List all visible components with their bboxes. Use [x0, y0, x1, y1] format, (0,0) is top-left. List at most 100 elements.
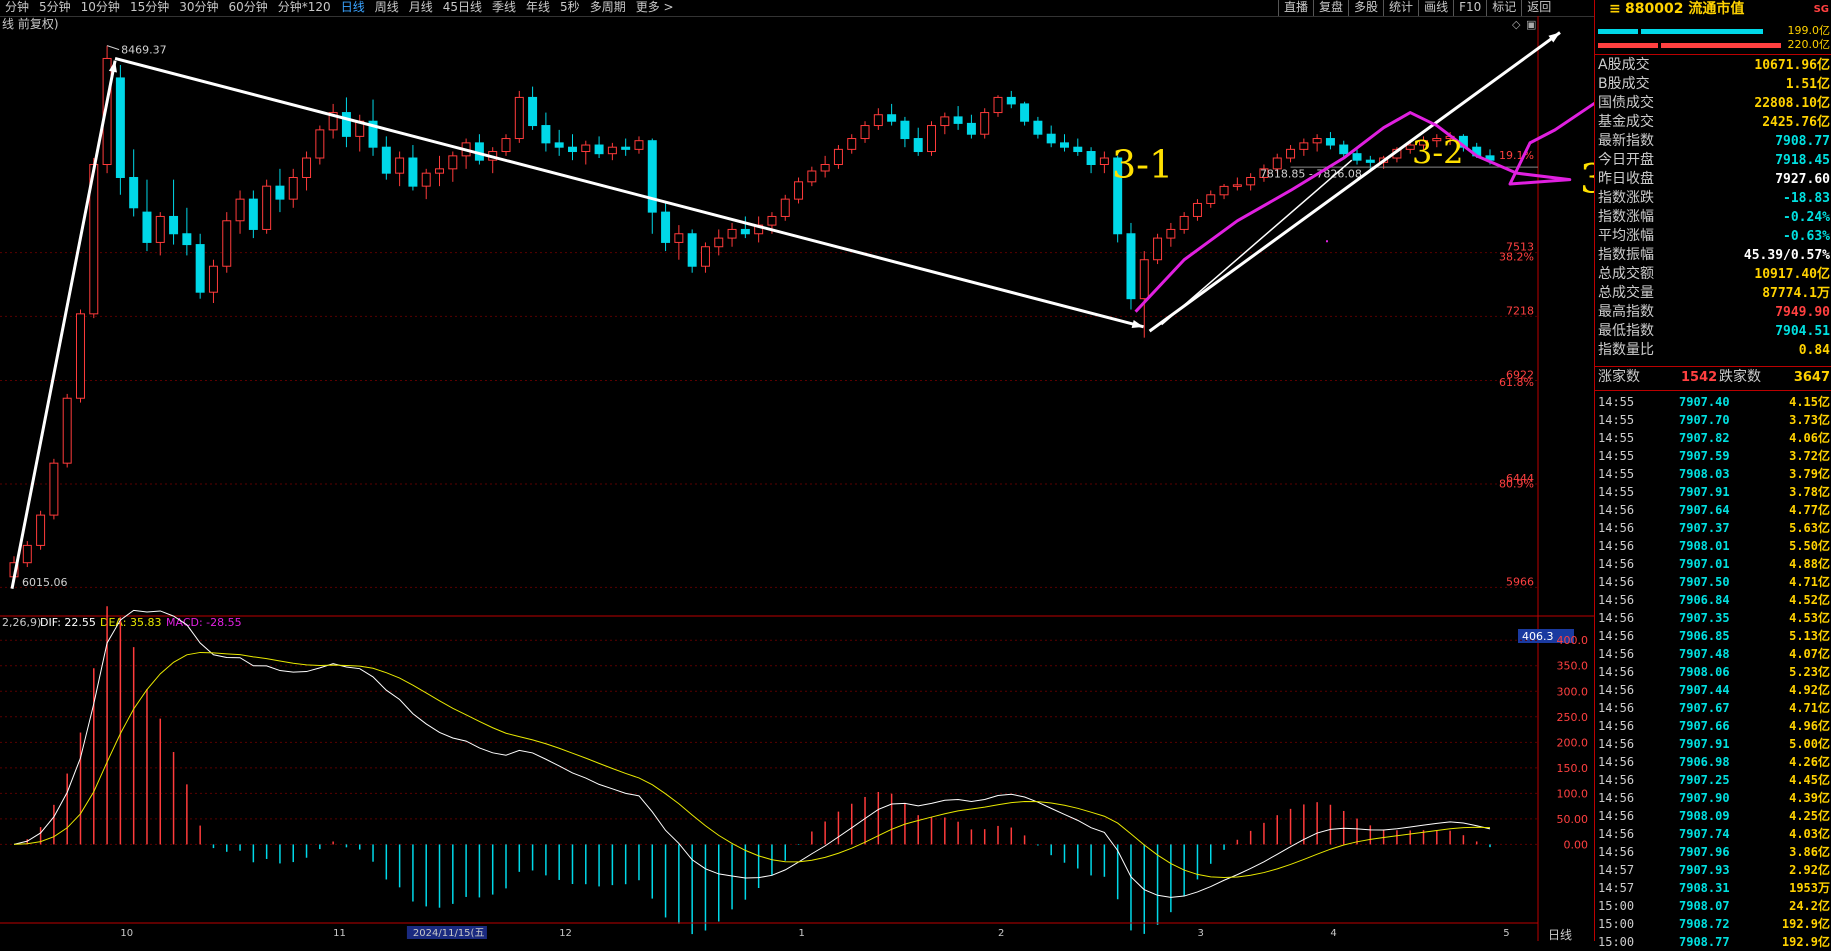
- candle-body: [687, 233, 697, 267]
- macd-tick: 350.0: [1557, 660, 1589, 673]
- tool-button-0[interactable]: 直播: [1278, 0, 1313, 16]
- macd-tick: 0.00: [1564, 838, 1589, 851]
- tool-button-7[interactable]: 返回: [1521, 0, 1556, 16]
- tool-button-6[interactable]: 标记: [1486, 0, 1521, 16]
- candle-body: [1365, 159, 1375, 163]
- candle-body: [1033, 120, 1043, 135]
- stat-value: 10917.40亿: [1754, 267, 1830, 282]
- macd-params: 2,26,9): [2, 616, 41, 629]
- tick-time: 14:55: [1598, 467, 1635, 481]
- period-tab-15[interactable]: 更多 >: [631, 0, 679, 16]
- stat-value: -0.24%: [1783, 210, 1830, 225]
- tick-amount: 4.52亿: [1789, 593, 1830, 607]
- tick-row: 14:56 7907.35 4.53亿: [1595, 609, 1831, 627]
- candle-body: [302, 157, 312, 178]
- tick-time: 14:56: [1598, 521, 1635, 535]
- period-tab-5[interactable]: 60分钟: [224, 0, 273, 16]
- stat-label: 指数振幅: [1598, 247, 1654, 263]
- tool-button-4[interactable]: 画线: [1418, 0, 1453, 16]
- annotation-3-1: 3-1: [1112, 142, 1173, 186]
- stat-row: 指数涨跌 -18.83: [1595, 189, 1831, 208]
- period-tab-10[interactable]: 45日线: [438, 0, 487, 16]
- tick-price: 7907.25: [1679, 773, 1730, 787]
- candle-body: [341, 112, 351, 137]
- tool-button-2[interactable]: 多股: [1348, 0, 1383, 16]
- period-tab-14[interactable]: 多周期: [585, 0, 631, 16]
- period-tab-12[interactable]: 年线: [521, 0, 555, 16]
- candle-body: [448, 155, 458, 170]
- tick-row: 14:56 7907.25 4.45亿: [1595, 771, 1831, 789]
- date-tick: 10: [120, 928, 133, 939]
- price-tick: 5966: [1506, 575, 1534, 588]
- tick-price: 7908.72: [1679, 917, 1730, 931]
- stat-row: 国债成交 22808.10亿: [1595, 94, 1831, 113]
- tick-time: 14:56: [1598, 773, 1635, 787]
- tool-button-5[interactable]: F10: [1453, 0, 1486, 16]
- candle-body: [235, 198, 245, 222]
- tick-row: 14:56 7907.67 4.71亿: [1595, 699, 1831, 717]
- stat-label: A股成交: [1598, 57, 1650, 73]
- menu-icon[interactable]: ≡: [1609, 0, 1621, 19]
- tick-price: 7907.48: [1679, 647, 1730, 661]
- tick-amount: 5.23亿: [1789, 665, 1830, 679]
- period-tab-8[interactable]: 周线: [370, 0, 404, 16]
- tick-price: 7907.50: [1679, 575, 1730, 589]
- period-tab-4[interactable]: 30分钟: [174, 0, 223, 16]
- candle-body: [807, 170, 817, 183]
- candle-body: [1126, 233, 1136, 300]
- period-tab-3[interactable]: 15分钟: [125, 0, 174, 16]
- candle-body: [395, 157, 405, 174]
- candle-body: [1232, 184, 1242, 187]
- stat-value: 10671.96亿: [1754, 58, 1830, 73]
- period-tab-1[interactable]: 5分钟: [34, 0, 76, 16]
- candle-body: [1139, 259, 1149, 300]
- stat-row: 总成交量 87774.1万: [1595, 284, 1831, 303]
- candle-body: [953, 116, 963, 124]
- tick-price: 7907.66: [1679, 719, 1730, 733]
- tick-time: 14:56: [1598, 503, 1635, 517]
- tick-row: 14:57 7908.31 1953万: [1595, 879, 1831, 897]
- tick-row: 15:00 7908.07 24.2亿: [1595, 897, 1831, 915]
- period-tab-9[interactable]: 月线: [404, 0, 438, 16]
- candle-body: [1299, 142, 1309, 150]
- tick-time: 14:56: [1598, 809, 1635, 823]
- tick-row: 15:00 7908.77 192.9亿: [1595, 933, 1831, 951]
- macd-tick: 150.0: [1557, 762, 1589, 775]
- candle-body: [674, 233, 684, 243]
- macd-dif-label: DIF: 22.55: [40, 616, 96, 629]
- candle-body: [248, 198, 258, 230]
- period-tab-13[interactable]: 5秒: [555, 0, 585, 16]
- tick-amount: 4.06亿: [1789, 431, 1830, 445]
- candle-body: [275, 185, 285, 200]
- tick-price: 7907.59: [1679, 449, 1730, 463]
- kline-chart[interactable]: 线 前复权)5966644469227218751319.1%38.2%61.8…: [0, 16, 1594, 941]
- candle-body: [740, 228, 750, 235]
- tick-price: 7907.91: [1679, 737, 1730, 751]
- period-tab-2[interactable]: 10分钟: [76, 0, 125, 16]
- tool-button-1[interactable]: 复盘: [1313, 0, 1348, 16]
- stat-value: 2425.76亿: [1762, 115, 1830, 130]
- candle-body: [49, 462, 59, 516]
- period-tab-7[interactable]: 日线: [336, 0, 370, 16]
- period-tab-11[interactable]: 季线: [487, 0, 521, 16]
- tick-time: 14:55: [1598, 431, 1635, 445]
- date-tick: 3: [1197, 928, 1203, 939]
- tick-amount: 2.92亿: [1789, 863, 1830, 877]
- tick-amount: 4.71亿: [1789, 575, 1830, 589]
- stat-label: 指数量比: [1598, 342, 1654, 358]
- candle-body: [1153, 237, 1163, 261]
- chart-header: 线 前复权): [2, 16, 59, 31]
- stat-row: 指数涨幅 -0.24%: [1595, 208, 1831, 227]
- tick-amount: 4.15亿: [1789, 395, 1830, 409]
- period-tab-6[interactable]: 分钟*120: [273, 0, 336, 16]
- tick-price: 7907.82: [1679, 431, 1730, 445]
- candle-body: [966, 122, 976, 135]
- tick-time: 14:56: [1598, 737, 1635, 751]
- tick-price: 7907.91: [1679, 485, 1730, 499]
- stat-value: 87774.1万: [1762, 286, 1830, 301]
- stat-value: 7904.51: [1775, 324, 1830, 339]
- stat-value: 1.51亿: [1785, 77, 1830, 92]
- tool-button-3[interactable]: 统计: [1383, 0, 1418, 16]
- candle-body: [900, 120, 910, 140]
- period-tab-0[interactable]: 分钟: [0, 0, 34, 16]
